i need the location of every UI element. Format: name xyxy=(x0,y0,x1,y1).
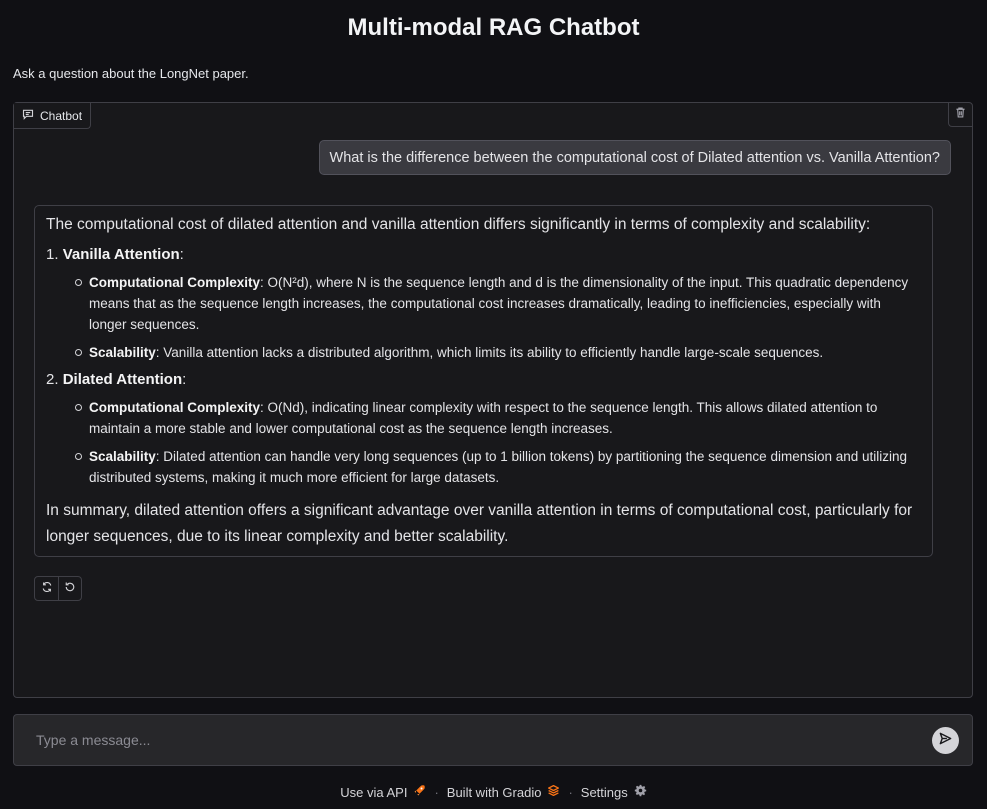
undo-button[interactable] xyxy=(58,577,81,600)
bot-sublist: Computational Complexity: O(Nd), indicat… xyxy=(75,397,920,488)
trash-icon xyxy=(954,106,967,124)
send-button[interactable] xyxy=(932,727,959,754)
bot-sublist: Computational Complexity: O(N²d), where … xyxy=(75,272,920,363)
settings-link[interactable]: Settings xyxy=(581,784,647,800)
bot-item-title: 1. Vanilla Attention: xyxy=(46,246,184,263)
chatbot-label-text: Chatbot xyxy=(40,108,83,123)
footer-separator: · xyxy=(434,784,439,800)
message-actions xyxy=(34,576,82,601)
bot-item-title: 2. Dilated Attention: xyxy=(46,371,187,388)
user-message: What is the difference between the compu… xyxy=(318,140,951,175)
chat-bubble-icon xyxy=(22,108,34,123)
clear-chat-button[interactable] xyxy=(948,103,972,127)
bot-message: The computational cost of dilated attent… xyxy=(34,205,933,557)
bot-lead: The computational cost of dilated attent… xyxy=(46,216,871,233)
undo-icon xyxy=(64,580,76,598)
retry-button[interactable] xyxy=(35,577,58,600)
footer: Use via API · Built with Gradio · Settin… xyxy=(0,784,987,800)
gradio-logo-icon xyxy=(547,784,560,800)
chatbot-label: Chatbot xyxy=(14,103,92,129)
footer-separator: · xyxy=(568,784,573,800)
use-api-link[interactable]: Use via API xyxy=(340,784,426,800)
page-title: Multi-modal RAG Chatbot xyxy=(347,14,640,41)
message-input-bar xyxy=(13,714,973,766)
chatbot-panel: Chatbot What is the difference between t… xyxy=(13,102,973,698)
list-item: Computational Complexity: O(N²d), where … xyxy=(75,272,920,335)
retry-icon xyxy=(41,580,53,598)
page-subtitle: Ask a question about the LongNet paper. xyxy=(13,66,249,81)
gear-icon xyxy=(634,784,647,800)
list-item: Scalability: Dilated attention can handl… xyxy=(75,446,920,488)
rocket-icon xyxy=(413,784,426,800)
list-item: Scalability: Vanilla attention lacks a d… xyxy=(75,342,920,363)
gradio-link[interactable]: Built with Gradio xyxy=(447,784,561,800)
message-input[interactable] xyxy=(24,723,924,757)
bot-summary: In summary, dilated attention offers a s… xyxy=(46,502,913,545)
list-item: Computational Complexity: O(Nd), indicat… xyxy=(75,397,920,439)
send-icon xyxy=(938,731,953,751)
